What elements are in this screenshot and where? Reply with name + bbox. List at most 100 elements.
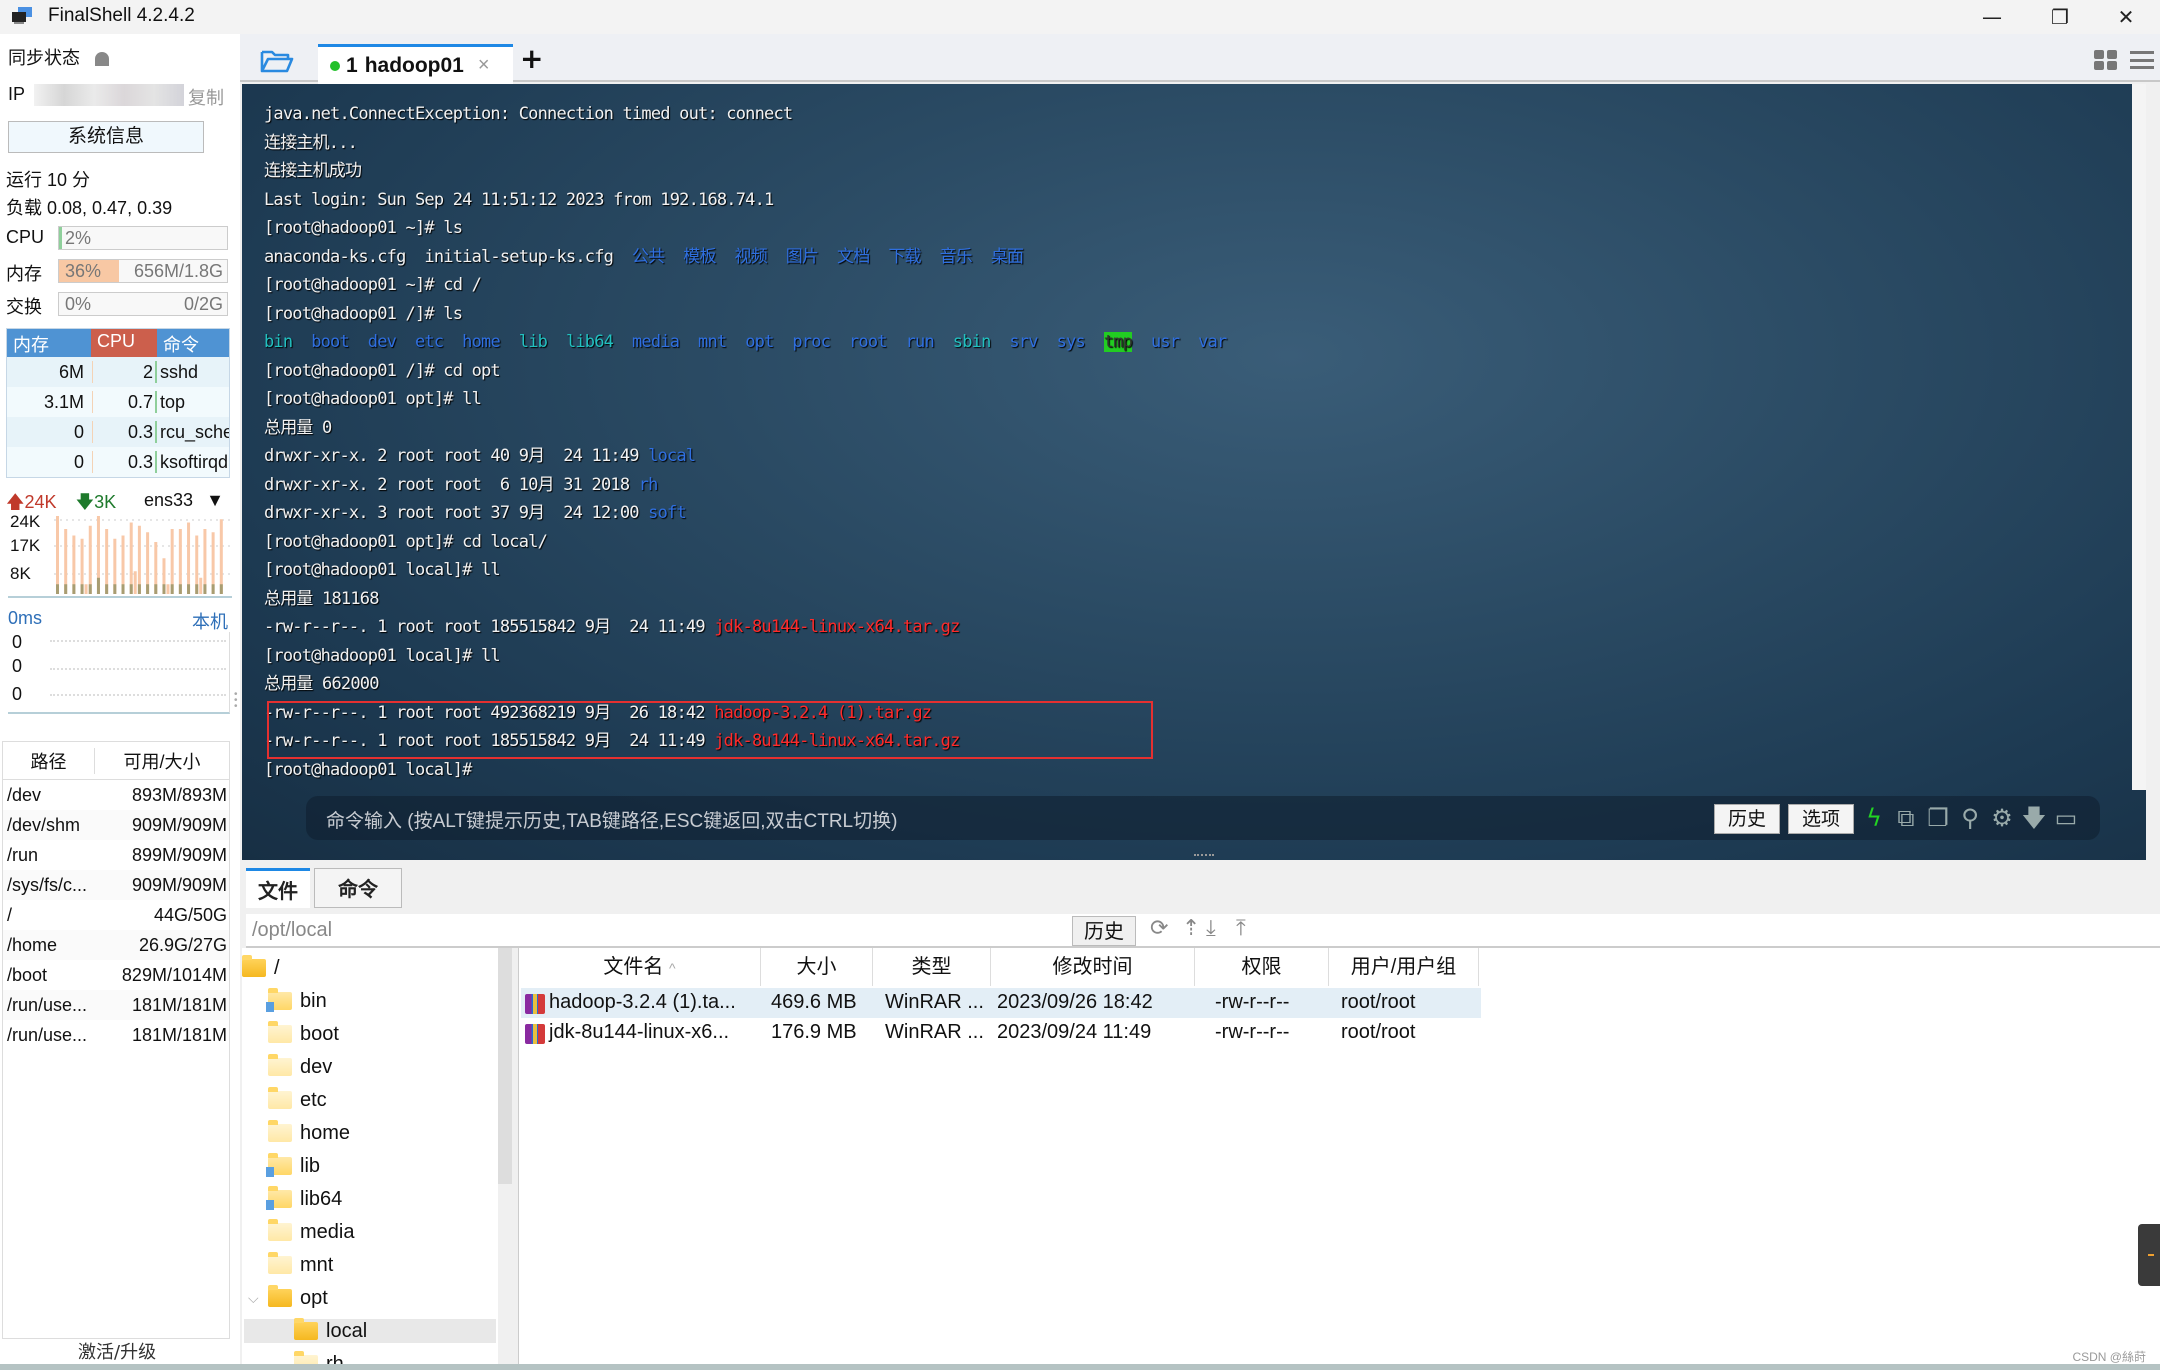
path-history-button[interactable]: 历史 [1072,916,1136,946]
file-row[interactable]: hadoop-3.2.4 (1).ta... 469.6 MB WinRAR .… [521,988,1481,1018]
disk-row[interactable]: /boot 829M/1014M [3,960,229,990]
tree-scrollbar[interactable] [498,948,512,1184]
tree-item-lib64[interactable]: lib64 [266,1186,343,1211]
maximize-button[interactable]: ❐ [2026,0,2094,34]
tree-item-home[interactable]: home [268,1120,350,1145]
process-row[interactable]: 0 0.3 rcu_sche [7,417,229,447]
upload-icon[interactable]: ⤒ [1236,916,1246,941]
lightning-icon[interactable]: ϟ [1860,804,1888,832]
file-owner: root/root [1341,1021,1416,1043]
minimize-button[interactable]: — [1958,0,2026,34]
chevron-expanded-icon[interactable]: ⌵ [248,1290,259,1307]
col-filename[interactable]: 文件名 ^ [519,948,761,986]
disk-row[interactable]: /run 899M/909M [3,840,229,870]
tab-close-icon[interactable]: × [478,54,490,77]
file-row[interactable]: jdk-8u144-linux-x6... 176.9 MB WinRAR ..… [521,1018,1481,1048]
download-bar [154,584,158,594]
tree-item-label: lib64 [300,1187,343,1210]
process-row[interactable]: 6M 2 sshd [7,357,229,387]
process-col-command[interactable]: 命令 [157,329,229,357]
system-info-button[interactable]: 系统信息 [8,121,204,153]
upload-arrow-icon: 🡅 [6,492,25,512]
grid-view-icon[interactable] [2094,50,2118,70]
col-type[interactable]: 类型 [873,948,991,986]
terminal-text: 连接主机成功 [264,161,362,181]
terminal-colored-text: local [648,446,696,466]
terminal-scrollbar[interactable] [2132,84,2146,790]
disk-col-path[interactable]: 路径 [3,747,95,774]
sort-ascending-icon: ^ [668,960,676,976]
process-col-memory[interactable]: 内存 [7,329,91,357]
col-owner[interactable]: 用户/用户组 [1329,948,1479,986]
disk-row[interactable]: /dev/shm 909M/909M [3,810,229,840]
path-input[interactable]: /opt/local [252,919,332,942]
terminal[interactable]: java.net.ConnectException: Connection ti… [242,84,2146,860]
tree-item-local[interactable]: local [244,1318,496,1343]
disk-row[interactable]: /run/use... 181M/181M [3,1020,229,1050]
disk-row[interactable]: /home 26.9G/27G [3,930,229,960]
disk-row[interactable]: /dev 893M/893M [3,780,229,810]
new-tab-button[interactable]: + [520,42,543,75]
paste-icon[interactable]: ❐ [1924,804,1952,832]
file-list: 文件名 ^ 大小 类型 修改时间 权限 用户/用户组 hadoop-3.2.4 … [518,948,2160,1366]
terminal-text: 总用量 181168 [264,588,379,609]
swap-percent: 0% [65,294,92,314]
terminal-colored-text: soft [648,503,687,523]
refresh-icon[interactable]: ⟳ [1150,916,1168,941]
tree-item-root[interactable]: / [242,955,280,980]
tree-item-bin[interactable]: bin [266,988,327,1013]
history-button[interactable]: 历史 [1714,804,1780,834]
tree-item-etc[interactable]: etc [268,1087,327,1112]
disk-row[interactable]: /run/use... 181M/181M [3,990,229,1020]
terminal-colored-text: sbin [952,332,992,352]
process-command: rcu_sche [160,421,229,442]
parent-dir-icon[interactable]: ⇡ [1182,916,1200,941]
tree-item-lib[interactable]: lib [266,1153,320,1178]
col-permissions[interactable]: 权限 [1195,948,1329,986]
disk-size: 893M/893M [131,784,227,805]
search-icon[interactable]: ⚲ [1956,804,1984,832]
command-input-bar[interactable]: 命令输入 (按ALT键提示历史,TAB键路径,ESC键返回,双击CTRL切换) … [306,796,2100,840]
interface-select[interactable]: ens33 ▼ [144,490,224,511]
disk-row[interactable]: / 44G/50G [3,900,229,930]
activate-upgrade-link[interactable]: 激活/升级 [78,1338,156,1364]
col-modified[interactable]: 修改时间 [991,948,1195,986]
tree-item-boot[interactable]: boot [268,1021,339,1046]
split-handle[interactable] [1194,854,1214,858]
copy-ip-button[interactable]: 复制 [188,84,224,110]
command-input-placeholder[interactable]: 命令输入 (按ALT键提示历史,TAB键路径,ESC键返回,双击CTRL切换) [326,806,897,833]
terminal-text: [root@hadoop01 /]# cd opt [264,360,501,381]
disk-row[interactable]: /sys/fs/c... 909M/909M [3,870,229,900]
options-button[interactable]: 选项 [1788,804,1854,834]
process-col-cpu[interactable]: CPU [91,329,157,357]
bottom-border [0,1364,2160,1370]
tab-commands[interactable]: 命令 [314,868,402,908]
side-drawer-handle[interactable] [2138,1224,2160,1286]
terminal-text: drwxr-xr-x. 2 root root 40 9月 24 11:49 [264,446,649,466]
arrow-down-icon[interactable]: 🡇 [2020,804,2048,832]
col-size[interactable]: 大小 [761,948,873,986]
terminal-text: -rw-r--r--. 1 root root 185515842 9月 24 … [264,617,715,637]
tree-item-opt[interactable]: ⌵ opt [248,1285,328,1310]
menu-icon[interactable] [2130,50,2154,70]
process-row[interactable]: 0 0.3 ksoftirqd [7,447,229,477]
process-row[interactable]: 3.1M 0.7 top [7,387,229,417]
latency-host[interactable]: 本机 [192,608,228,634]
tree-item-media[interactable]: media [268,1219,354,1244]
folder-open-icon[interactable] [260,48,294,74]
sidebar-resize-handle[interactable]: • • • [234,690,238,712]
tab-index: 1 [346,53,358,77]
terminal-text: [root@hadoop01 /]# ls [264,303,463,324]
tree-item-mnt[interactable]: mnt [268,1252,333,1277]
gear-icon[interactable]: ⚙ [1988,804,2016,832]
window-icon[interactable]: ▭ [2052,804,2080,832]
tab-hadoop01[interactable]: 1 hadoop01 × [318,44,513,84]
folder-icon [268,1120,292,1142]
tree-item-dev[interactable]: dev [268,1054,332,1079]
disk-col-size[interactable]: 可用/大小 [95,748,229,774]
close-button[interactable]: ✕ [2092,0,2160,34]
download-icon[interactable]: ⤓ [1206,916,1216,941]
tree-item-label: etc [300,1088,327,1111]
copy-icon[interactable]: ⧉ [1892,804,1920,832]
tab-files[interactable]: 文件 [246,868,310,908]
